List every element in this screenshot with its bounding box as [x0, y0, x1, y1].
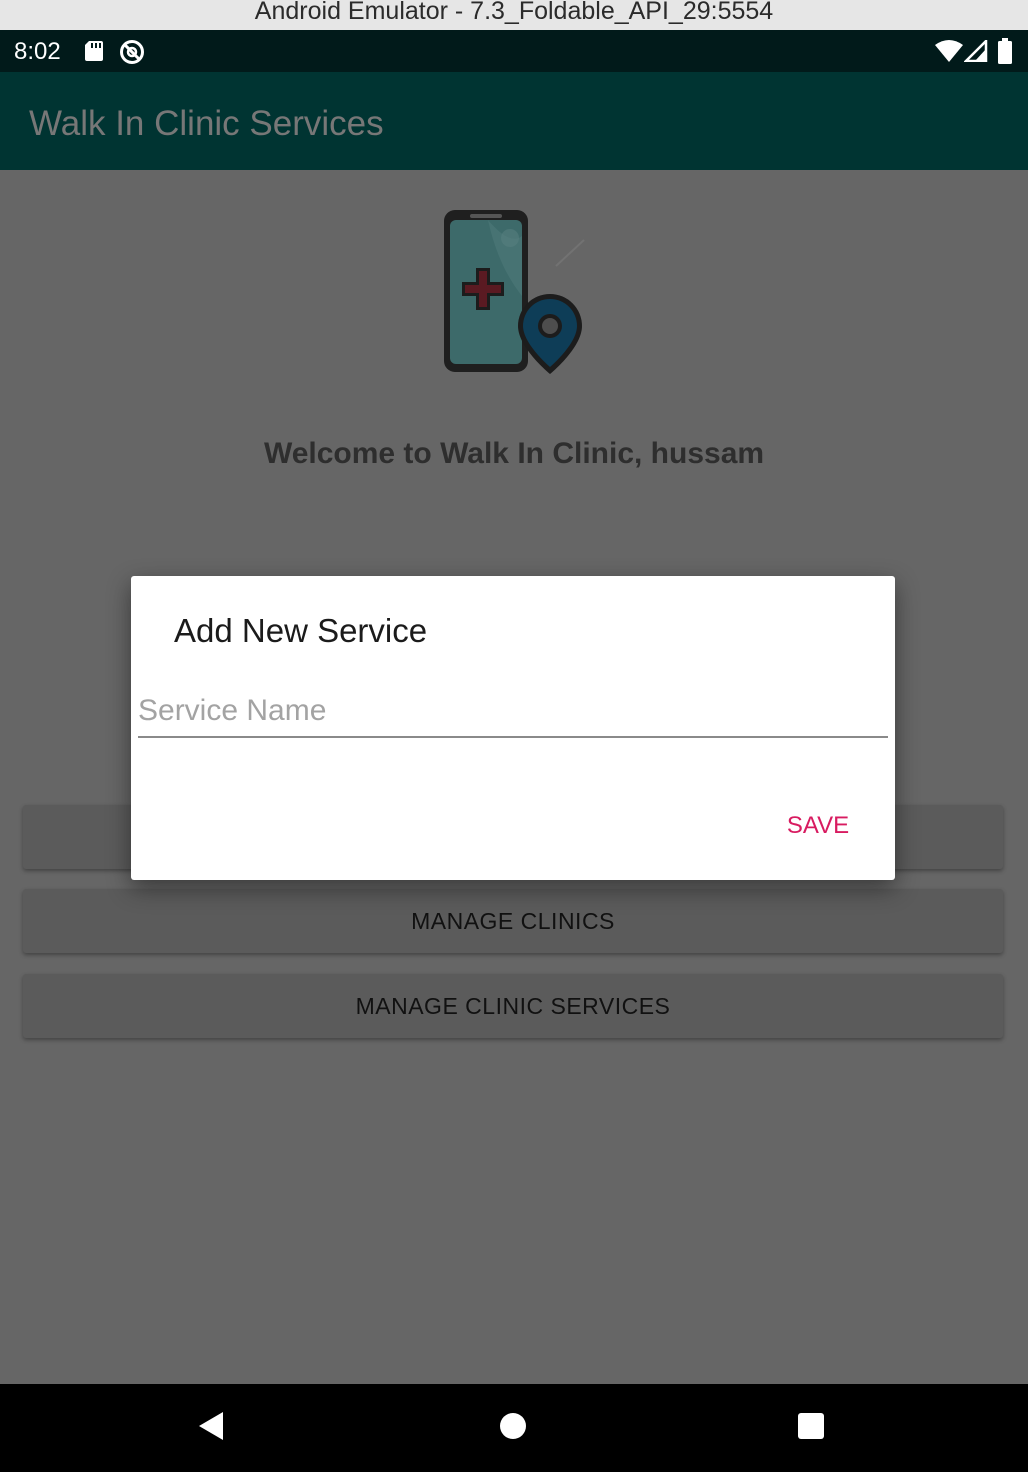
recents-icon[interactable]: [797, 1412, 825, 1440]
status-time: 8:02: [14, 38, 61, 65]
sync-icon: [120, 40, 144, 64]
battery-icon: [998, 38, 1012, 64]
app-bar: Walk In Clinic Services: [0, 72, 1028, 170]
emulator-window-title: Android Emulator - 7.3_Foldable_API_29:5…: [0, 0, 1028, 30]
home-icon[interactable]: [499, 1412, 527, 1440]
manage-clinic-services-button[interactable]: MANAGE CLINIC SERVICES: [23, 974, 1003, 1038]
status-bar: 8:02: [0, 30, 1028, 72]
dialog-title: Add New Service: [174, 612, 428, 649]
welcome-text: Welcome to Walk In Clinic, hussam: [263, 437, 765, 470]
sd-card-icon: [85, 41, 103, 61]
add-service-dialog: Add New Service SAVE: [131, 576, 895, 880]
wifi-icon: [935, 40, 963, 62]
device-screen: 8:02 Walk In Clinic Services Welcome to …: [0, 30, 1028, 1472]
service-name-input[interactable]: [138, 686, 888, 738]
save-button[interactable]: SAVE: [773, 804, 863, 848]
app-title: Walk In Clinic Services: [29, 104, 384, 143]
navigation-bar: [0, 1384, 1028, 1472]
manage-clinics-button[interactable]: MANAGE CLINICS: [23, 889, 1003, 953]
signal-icon: [964, 40, 988, 62]
back-icon[interactable]: [197, 1411, 225, 1441]
phone-medical-location-logo: [444, 210, 585, 374]
